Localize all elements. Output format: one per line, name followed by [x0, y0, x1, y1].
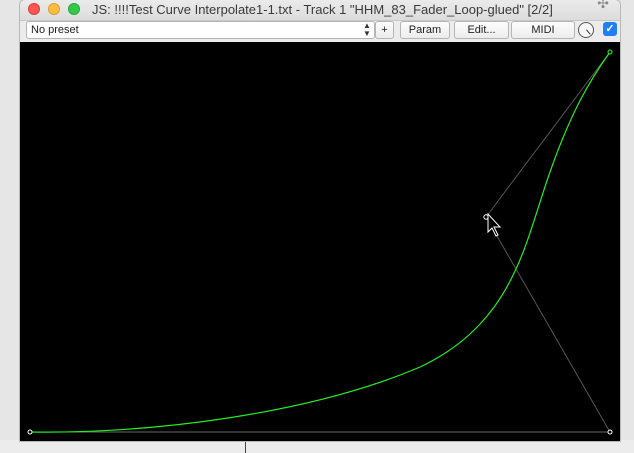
control-line-upper [485, 51, 611, 218]
toolbar: No preset ▲ ▼ + Param Edit... MIDI ✓ [20, 20, 620, 42]
interpolation-curve [29, 51, 611, 433]
edit-button[interactable]: Edit... [454, 21, 509, 39]
plugin-window: JS: !!!!Test Curve Interpolate1-1.txt - … [20, 0, 620, 441]
midi-button[interactable]: MIDI [511, 21, 575, 39]
param-button[interactable]: Param [400, 21, 450, 39]
wet-knob-icon[interactable] [578, 22, 594, 38]
curve-editor-canvas[interactable] [20, 42, 620, 441]
end-point-handle[interactable] [607, 49, 613, 55]
start-point-handle[interactable] [27, 429, 33, 435]
desktop-background [0, 440, 634, 453]
maximize-icon[interactable] [68, 3, 80, 15]
minimize-icon[interactable] [48, 3, 60, 15]
chevron-updown-icon: ▲ ▼ [363, 21, 371, 38]
curve-graph [27, 49, 613, 435]
preset-select[interactable]: No preset ▲ ▼ [26, 21, 375, 39]
pin-icon[interactable]: ✣ [596, 0, 610, 10]
window-title: JS: !!!!Test Curve Interpolate1-1.txt - … [92, 2, 553, 17]
preset-value: No preset [31, 24, 79, 36]
cursor-arrow-icon [487, 212, 502, 237]
add-preset-button[interactable]: + [375, 21, 394, 39]
close-icon[interactable] [28, 3, 40, 15]
title-bar[interactable]: JS: !!!!Test Curve Interpolate1-1.txt - … [20, 0, 620, 21]
desktop-divider [245, 440, 246, 453]
end-corner-handle[interactable] [607, 429, 613, 435]
control-line-lower [485, 216, 611, 433]
bypass-checkbox[interactable]: ✓ [603, 22, 617, 36]
